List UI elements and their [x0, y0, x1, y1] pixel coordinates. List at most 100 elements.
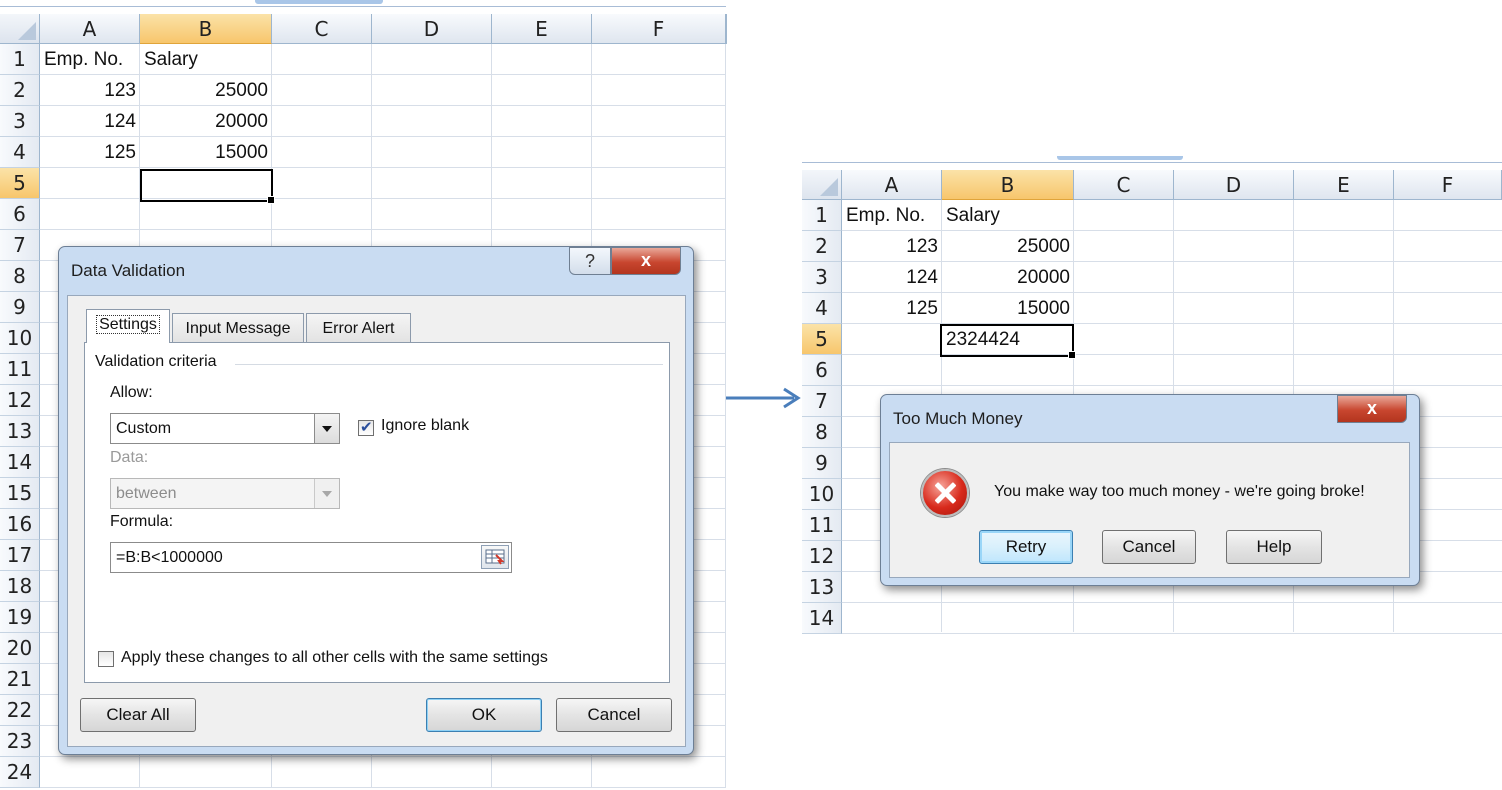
row-header-3[interactable]: 3 — [802, 262, 842, 293]
clear-all-button[interactable]: Clear All — [80, 698, 196, 732]
chevron-down-icon[interactable] — [314, 414, 339, 443]
row-header-12[interactable]: 12 — [0, 385, 40, 416]
row-header-23[interactable]: 23 — [0, 726, 40, 757]
row-header-1[interactable]: 1 — [0, 44, 40, 75]
column-header-e[interactable]: E — [492, 14, 592, 44]
column-header-f[interactable]: F — [1394, 170, 1502, 200]
row-header-22[interactable]: 22 — [0, 695, 40, 726]
row-header-8[interactable]: 8 — [802, 417, 842, 448]
ignore-blank-label[interactable]: Ignore blank — [381, 417, 469, 435]
row-header-24[interactable]: 24 — [0, 757, 40, 788]
data-value: between — [116, 485, 177, 502]
row-header-5[interactable]: 5 — [802, 324, 842, 355]
row-header-6[interactable]: 6 — [0, 199, 40, 230]
column-header-c[interactable]: C — [272, 14, 372, 44]
row-header-7[interactable]: 7 — [0, 230, 40, 261]
select-all-corner[interactable] — [802, 170, 842, 200]
row-header-10[interactable]: 10 — [802, 479, 842, 510]
cell-a4[interactable]: 125 — [842, 293, 942, 324]
row-header-4[interactable]: 4 — [0, 137, 40, 168]
cell-b3[interactable]: 20000 — [140, 106, 272, 137]
chevron-down-icon — [314, 479, 339, 508]
close-button[interactable]: x — [611, 247, 681, 275]
row-header-7[interactable]: 7 — [802, 386, 842, 417]
row-header-18[interactable]: 18 — [0, 571, 40, 602]
row-header-3[interactable]: 3 — [0, 106, 40, 137]
cell-b4[interactable]: 15000 — [942, 293, 1074, 324]
row-header-14[interactable]: 14 — [802, 603, 842, 634]
row-header-17[interactable]: 17 — [0, 540, 40, 571]
row-header-2[interactable]: 2 — [802, 231, 842, 262]
cell-a3[interactable]: 124 — [842, 262, 942, 293]
ok-button[interactable]: OK — [426, 698, 542, 732]
column-header-a[interactable]: A — [842, 170, 942, 200]
row-header-19[interactable]: 19 — [0, 602, 40, 633]
cell-a2[interactable]: 123 — [40, 75, 140, 106]
cell-a5[interactable] — [40, 168, 140, 199]
apply-all-label[interactable]: Apply these changes to all other cells w… — [121, 649, 548, 667]
error-message: You make way too much money - we're goin… — [994, 483, 1365, 500]
column-header-f[interactable]: F — [592, 14, 726, 44]
row-header-16[interactable]: 16 — [0, 509, 40, 540]
row-header-12[interactable]: 12 — [802, 541, 842, 572]
apply-all-checkbox[interactable] — [98, 651, 114, 667]
row-header-1[interactable]: 1 — [802, 200, 842, 231]
column-header-d[interactable]: D — [372, 14, 492, 44]
row-header-9[interactable]: 9 — [802, 448, 842, 479]
row-header-4[interactable]: 4 — [802, 293, 842, 324]
error-dialog-title: Too Much Money — [893, 409, 1023, 428]
ignore-blank-checkbox[interactable] — [358, 418, 374, 436]
cancel-button[interactable]: Cancel — [556, 698, 672, 732]
active-cell-b5[interactable] — [940, 324, 1076, 359]
row-header-11[interactable]: 11 — [802, 510, 842, 541]
row-header-8[interactable]: 8 — [0, 261, 40, 292]
cell-a1[interactable]: Emp. No. — [842, 200, 942, 231]
row-header-10[interactable]: 10 — [0, 323, 40, 354]
row-header-11[interactable]: 11 — [0, 354, 40, 385]
column-header-d[interactable]: D — [1174, 170, 1294, 200]
cell-a2[interactable]: 123 — [842, 231, 942, 262]
column-header-c[interactable]: C — [1074, 170, 1174, 200]
column-header-b[interactable]: B — [140, 14, 272, 44]
cell-b4[interactable]: 15000 — [140, 137, 272, 168]
help-button[interactable]: ? — [569, 247, 611, 275]
row-header-21[interactable]: 21 — [0, 664, 40, 695]
tab-input-message[interactable]: Input Message — [172, 313, 304, 343]
column-header-e[interactable]: E — [1294, 170, 1394, 200]
tab-error-alert[interactable]: Error Alert — [306, 313, 411, 343]
cell-b2[interactable]: 25000 — [140, 75, 272, 106]
row-header-2[interactable]: 2 — [0, 75, 40, 106]
cell-a3[interactable]: 124 — [40, 106, 140, 137]
group-label: Validation criteria — [95, 353, 217, 370]
cell-b3[interactable]: 20000 — [942, 262, 1074, 293]
cell-b1[interactable]: Salary — [140, 44, 272, 75]
select-all-corner[interactable] — [0, 14, 40, 44]
active-cell-b5[interactable] — [140, 169, 275, 204]
tab-settings[interactable]: Settings — [86, 309, 170, 343]
cell-a4[interactable]: 125 — [40, 137, 140, 168]
row-header-15[interactable]: 15 — [0, 478, 40, 509]
data-dropdown[interactable]: between — [110, 478, 340, 509]
close-button[interactable]: x — [1337, 395, 1407, 423]
cell-b1[interactable]: Salary — [942, 200, 1074, 231]
row-header-13[interactable]: 13 — [802, 572, 842, 603]
cancel-button[interactable]: Cancel — [1102, 530, 1196, 564]
allow-dropdown[interactable]: Custom — [110, 413, 340, 444]
column-header-b[interactable]: B — [942, 170, 1074, 200]
row-header-20[interactable]: 20 — [0, 633, 40, 664]
cell-a1[interactable]: Emp. No. — [40, 44, 140, 75]
row-header-9[interactable]: 9 — [0, 292, 40, 323]
row-header-5[interactable]: 5 — [0, 168, 40, 199]
collapse-dialog-button[interactable] — [481, 545, 509, 569]
row-header-14[interactable]: 14 — [0, 447, 40, 478]
retry-button[interactable]: Retry — [979, 530, 1073, 564]
cell-a5[interactable] — [842, 324, 942, 355]
help-button[interactable]: Help — [1226, 530, 1322, 564]
sheet-top-border — [0, 6, 726, 7]
column-header-a[interactable]: A — [40, 14, 140, 44]
row-header-6[interactable]: 6 — [802, 355, 842, 386]
row-header-13[interactable]: 13 — [0, 416, 40, 447]
cell-b2[interactable]: 25000 — [942, 231, 1074, 262]
formula-input[interactable]: =B:B<1000000 — [110, 542, 512, 573]
dialog-body: Settings Input Message Error Alert Valid… — [67, 295, 686, 747]
